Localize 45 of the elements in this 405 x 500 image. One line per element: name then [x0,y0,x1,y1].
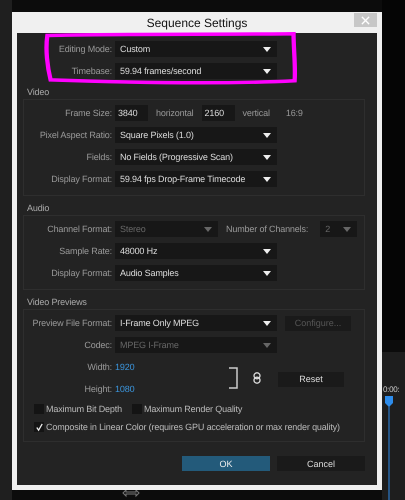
field-label: Display Format: [50,174,112,184]
field-label: Pixel Aspect Ratio: [38,130,112,140]
reset-button[interactable]: Reset [278,372,344,386]
section-title: Video Previews [27,297,88,309]
close-icon [361,16,370,24]
cancel-button[interactable]: Cancel [277,456,365,471]
window-title: Sequence Settings [146,16,248,30]
field-label: Channel Format: [46,224,112,234]
dropdown[interactable]: 48000 Hz [115,243,277,259]
checkbox-label: Composite in Linear Color (requires GPU acceleration or max render quality) [46,422,340,432]
field-label: Width: [86,362,112,372]
dropdown[interactable]: Custom [115,41,277,57]
unit-label: vertical [242,108,270,118]
checkbox-label: Maximum Render Quality [144,404,242,414]
dropdown[interactable]: 59.94 frames/second [115,63,277,79]
field-label: Display Format: [50,268,112,278]
field-label: Number of Channels: [226,224,308,234]
section-title: Video [27,87,50,99]
chain-link-icon[interactable] [253,372,261,384]
field-label: Fields: [86,152,112,162]
timecode: 0:00: [383,385,400,394]
checkbox[interactable] [34,422,44,432]
field-label: Editing Mode: [58,44,112,54]
field-label: Sample Rate: [58,246,112,256]
aspect-ratio-text: 16:9 [286,108,303,118]
field-label: Codec: [83,340,112,350]
height-value[interactable]: 1080 [115,384,134,394]
move-icon[interactable] [122,487,140,499]
dropdown[interactable]: Square Pixels (1.0) [115,127,277,143]
field-label: Preview File Format: [31,318,112,328]
section-title: Audio [27,203,50,215]
width-value[interactable]: 1920 [115,362,134,372]
checkbox-label: Maximum Bit Depth [46,404,122,414]
input-field[interactable]: 2160 [202,105,235,121]
unit-label: horizontal [156,108,194,118]
ok-button[interactable]: OK [182,456,270,471]
field-label: Height: [84,384,112,394]
field-label: Frame Size: [64,108,112,118]
playhead-icon[interactable] [385,396,393,500]
dropdown[interactable]: Audio Samples [115,265,277,281]
input-field[interactable]: 3840 [115,105,148,121]
field-label: Timebase: [70,66,112,76]
dropdown[interactable]: 59.94 fps Drop-Frame Timecode [115,171,277,187]
dropdown[interactable]: I-Frame Only MPEG [115,315,277,331]
dropdown[interactable]: No Fields (Progressive Scan) [115,149,277,165]
